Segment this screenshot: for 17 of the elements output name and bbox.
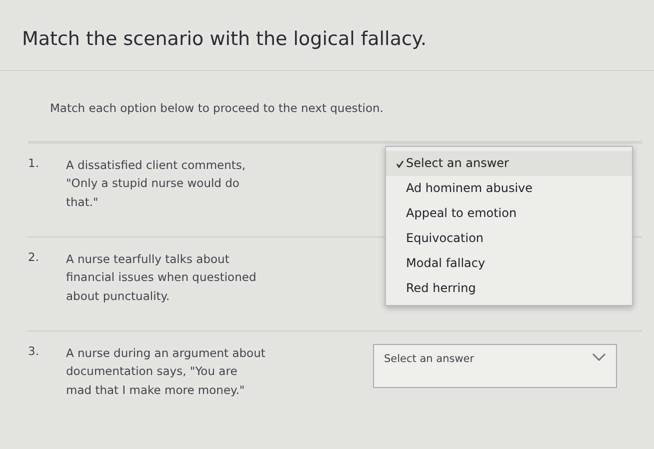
question-text: A dissatisfied client comments, "Only a stupid nurse would do that." [66,157,247,211]
dropdown-option[interactable]: Equivocation [386,226,632,251]
dropdown-option[interactable]: Appeal to emotion [386,201,632,226]
question-number: 2. [28,250,40,266]
dropdown-option[interactable]: Red herring [386,276,632,301]
question-text: A nurse during an argument about documentation says, "You are mad that I make more money." [66,345,266,399]
chevron-icon [592,353,606,361]
answer-select[interactable]: Select an answer [373,344,617,388]
dropdown-option[interactable]: Ad hominem abusive [386,176,632,201]
question-number: 1. [28,156,40,172]
dropdown-option[interactable]: Select an answer [386,151,632,176]
page-title: Match the scenario with the logical fallacy. [22,28,428,50]
question-number: 3. [28,344,40,360]
instructions: Match each option below to proceed to the next question. [50,101,384,115]
question-text: A nurse tearfully talks about financial issues when questioned about punctuality. [66,251,258,305]
check-icon [396,160,404,168]
dropdown-option[interactable]: Modal fallacy [386,251,632,276]
